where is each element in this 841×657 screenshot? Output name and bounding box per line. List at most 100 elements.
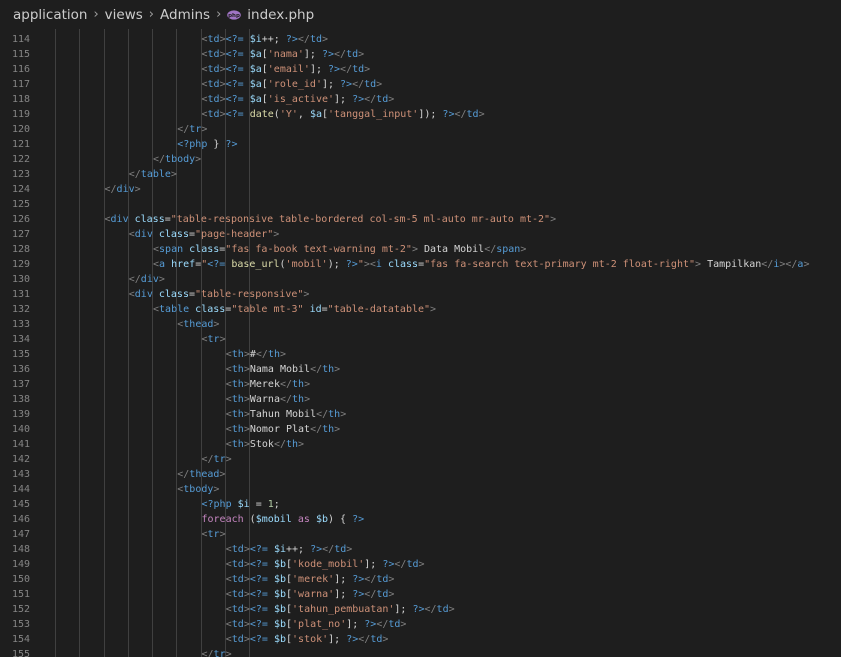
code-text: <td><?= $i++; ?></td> (226, 542, 353, 557)
code-token: > (303, 289, 310, 300)
code-token: "table-responsive table-bordered col-sm-… (170, 214, 551, 225)
code-text: <td><?= $b['tahun_pembuatan']; ?></td> (226, 602, 455, 617)
code-line[interactable]: 120 </tr> (0, 122, 841, 137)
code-line[interactable]: 119 <td><?= date('Y', $a['tanggal_input']… (0, 107, 841, 122)
code-editor[interactable]: 114 <td><?= $i++; ?></td> 115 <td><?= $a['n… (0, 29, 841, 657)
code-token: td (207, 109, 220, 120)
code-token: </ (394, 559, 407, 570)
code-line[interactable]: 134 <tr> (0, 332, 841, 347)
code-line[interactable]: 131 <div class="table-responsive"> (0, 287, 841, 302)
code-token: </ (153, 154, 166, 165)
code-line[interactable]: 132 <table class="table mt-3" id="table-d… (0, 302, 841, 317)
code-token: base_url (231, 259, 280, 270)
code-text: </tbody> (153, 152, 201, 167)
code-text: <td><?= $b['merek']; ?></td> (226, 572, 395, 587)
code-line[interactable]: 153 <td><?= $b['plat_no']; ?></td> (0, 617, 841, 632)
code-line[interactable]: 147 <tr> (0, 527, 841, 542)
code-line[interactable]: 149 <td><?= $b['kode_mobil']; ?></td> (0, 557, 841, 572)
code-line[interactable]: 128 <span class="fas fa-book text-warning… (0, 242, 841, 257)
code-token: $a (249, 49, 262, 60)
code-token: ?> (310, 544, 323, 555)
code-line[interactable]: 125 (0, 197, 841, 212)
code-line[interactable]: 138 <th>Warna</th> (0, 392, 841, 407)
code-token: <?php (201, 499, 232, 510)
code-line[interactable]: 117 <td><?= $a['role_id']; ?></td> (0, 77, 841, 92)
code-line[interactable]: 114 <td><?= $i++; ?></td> (0, 32, 841, 47)
code-token: "page-header" (195, 229, 274, 240)
code-token: </ (322, 544, 335, 555)
code-token: </ (364, 574, 377, 585)
line-number: 155 (11, 649, 30, 657)
code-token: > (279, 349, 287, 360)
code-token: span (496, 244, 521, 255)
code-line[interactable]: 145 <?php $i = 1; (0, 497, 841, 512)
code-token: td (376, 94, 389, 105)
code-token: ?> (352, 514, 365, 525)
code-token: td (352, 64, 365, 75)
code-token: ?> (382, 559, 395, 570)
breadcrumb-file[interactable]: index.php (247, 7, 314, 23)
code-token: > (550, 214, 557, 225)
code-token: > (520, 244, 527, 255)
code-line[interactable]: 150 <td><?= $b['merek']; ?></td> (0, 572, 841, 587)
breadcrumb-segment-application[interactable]: application (13, 7, 87, 23)
code-token: > (376, 79, 383, 90)
code-text: <th>Nama Mobil</th> (226, 362, 340, 377)
code-line[interactable]: 135 <th>#</th> (0, 347, 841, 362)
code-line[interactable]: 151 <td><?= $b['warna']; ?></td> (0, 587, 841, 602)
code-line[interactable]: 115 <td><?= $a['nama']; ?></td> (0, 47, 841, 62)
code-text: </div> (105, 182, 141, 197)
code-token: ]; (309, 64, 328, 75)
line-number: 141 (11, 439, 30, 450)
code-line[interactable]: 121 <?php } ?> (0, 137, 841, 152)
code-token: 'is_active' (267, 94, 335, 105)
code-token: > (388, 574, 395, 585)
line-number: 137 (11, 379, 30, 390)
code-line[interactable]: 118 <td><?= $a['is_active']; ?></td> (0, 92, 841, 107)
code-line[interactable]: 137 <th>Merek</th> (0, 377, 841, 392)
code-token: </ (201, 649, 214, 657)
code-token: ?> (340, 79, 353, 90)
code-line[interactable]: 146 foreach ($mobil as $b) { ?> (0, 512, 841, 527)
code-line[interactable]: 141 <th>Stok</th> (0, 437, 841, 452)
code-line[interactable]: 130 </div> (0, 272, 841, 287)
code-line[interactable]: 140 <th>Nomor Plat</th> (0, 422, 841, 437)
code-token: $b (273, 619, 286, 630)
code-token: > (430, 304, 437, 315)
code-token: td (406, 559, 419, 570)
code-token: > (334, 364, 341, 375)
code-line[interactable]: 124 </div> (0, 182, 841, 197)
code-line[interactable]: 152 <td><?= $b['tahun_pembuatan']; ?></td… (0, 602, 841, 617)
code-line[interactable]: 123 </table> (0, 167, 841, 182)
code-line[interactable]: 155 </tr> (0, 647, 841, 657)
code-line[interactable]: 122 </tbody> (0, 152, 841, 167)
code-line[interactable]: 139 <th>Tahun Mobil</th> (0, 407, 841, 422)
code-line[interactable]: 154 <td><?= $b['stok']; ?></td> (0, 632, 841, 647)
code-token: > (803, 259, 810, 270)
code-line[interactable]: 136 <th>Nama Mobil</th> (0, 362, 841, 377)
line-number: 114 (11, 34, 30, 45)
code-text: </tr> (202, 647, 232, 657)
code-line[interactable]: 133 <thead> (0, 317, 841, 332)
code-token: th (286, 439, 299, 450)
code-token: </ (279, 379, 293, 390)
code-token: class (189, 244, 220, 255)
code-token: Data Mobil (417, 244, 485, 255)
code-line[interactable]: 127 <div class="page-header"> (0, 227, 841, 242)
code-token: "table-responsive" (195, 289, 304, 300)
line-number: 131 (11, 289, 30, 300)
code-text: <div class="page-header"> (129, 227, 280, 242)
code-line[interactable]: 148 <td><?= $i++; ?></td> (0, 542, 841, 557)
breadcrumb-segment-admins[interactable]: Admins (160, 7, 210, 23)
breadcrumb-segment-views[interactable]: views (105, 7, 143, 23)
code-token: , (297, 109, 310, 120)
code-line[interactable]: 126 <div class="table-responsive table-bo… (0, 212, 841, 227)
code-token: </ (279, 394, 293, 405)
code-line[interactable]: 116 <td><?= $a['email']; ?></td> (0, 62, 841, 77)
code-token: tr (213, 649, 226, 657)
code-line[interactable]: 129 <a href="<?= base_url('mobil'); ?>"><… (0, 257, 841, 272)
code-token: "table-datatable" (327, 304, 431, 315)
code-line[interactable]: 143 </thead> (0, 467, 841, 482)
code-line[interactable]: 142 </tr> (0, 452, 841, 467)
code-line[interactable]: 144 <tbody> (0, 482, 841, 497)
